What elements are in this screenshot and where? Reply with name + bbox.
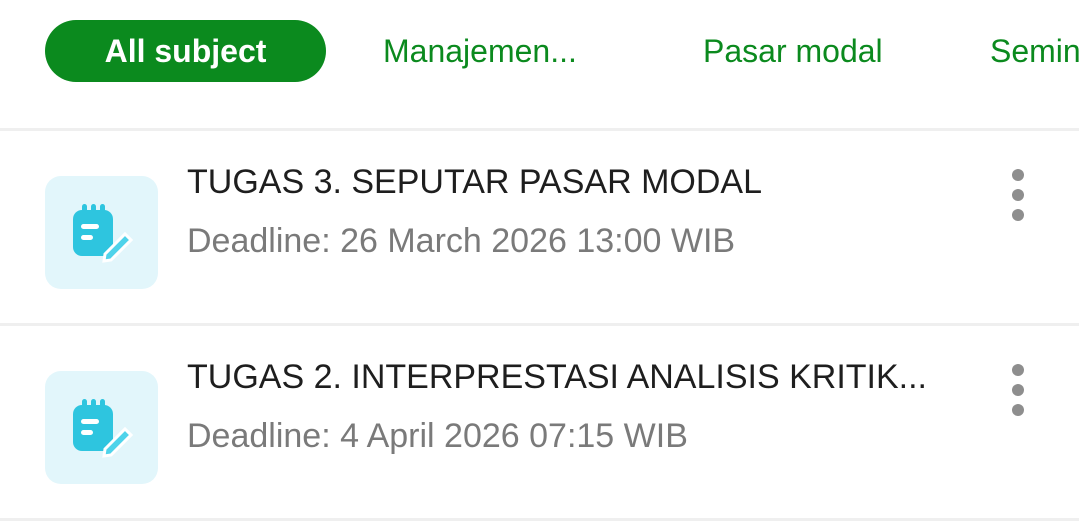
divider bbox=[0, 518, 1079, 521]
tab-manajemen[interactable]: Manajemen... bbox=[383, 20, 577, 82]
assignment-deadline: Deadline: 4 April 2026 07:15 WIB bbox=[187, 417, 688, 455]
assignment-title: TUGAS 3. SEPUTAR PASAR MODAL bbox=[187, 163, 762, 201]
notepad-edit-icon bbox=[45, 176, 158, 289]
notepad-edit-icon bbox=[45, 371, 158, 484]
assignment-card[interactable]: TUGAS 2. INTERPRESTASI ANALISIS KRITIK..… bbox=[0, 326, 1079, 518]
assignment-card[interactable]: TUGAS 3. SEPUTAR PASAR MODAL Deadline: 2… bbox=[0, 131, 1079, 323]
more-options-icon[interactable] bbox=[1004, 364, 1032, 416]
tab-seminar[interactable]: Semin bbox=[990, 20, 1079, 82]
assignment-title: TUGAS 2. INTERPRESTASI ANALISIS KRITIK..… bbox=[187, 358, 927, 396]
subject-tabs: All subject Manajemen... Pasar modal Sem… bbox=[0, 0, 1079, 105]
assignment-deadline: Deadline: 26 March 2026 13:00 WIB bbox=[187, 222, 736, 260]
tab-all-subject[interactable]: All subject bbox=[45, 20, 326, 82]
more-options-icon[interactable] bbox=[1004, 169, 1032, 221]
tab-pasar-modal[interactable]: Pasar modal bbox=[703, 20, 883, 82]
